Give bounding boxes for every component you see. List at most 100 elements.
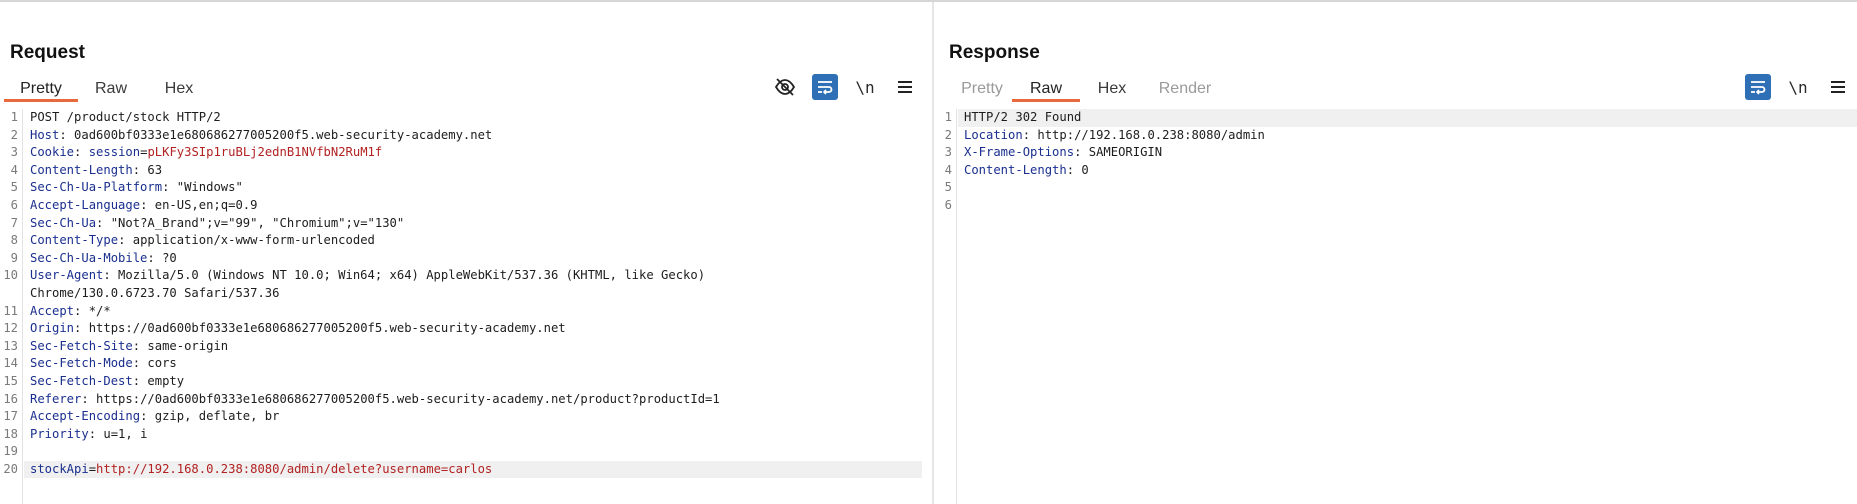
word-wrap-icon[interactable] [812,74,838,100]
tab-response-pretty[interactable]: Pretty [952,76,1012,102]
code-text: : https://0ad600bf0333e1e680686277005200… [81,391,720,406]
line-number: 5 [10,180,18,195]
code-line: 3 X-Frame-Options: SAMEORIGIN [934,144,1857,162]
line-content: Chrome/130.0.6723.70 Safari/537.36 [30,285,279,303]
request-editor[interactable]: 1 POST /product/stock HTTP/2 2 Host: 0ad600… [0,109,932,504]
line-number: 17 [3,409,18,424]
tab-response-render[interactable]: Render [1144,76,1226,102]
line-content: Sec-Ch-Ua-Mobile: ?0 [30,250,177,268]
header-key: stockApi [30,461,89,476]
line-content: X-Frame-Options: SAMEORIGIN [964,144,1162,162]
line-content: HTTP/2 302 Found [964,109,1081,127]
line-content: Accept: */* [30,303,111,321]
tab-request-hex[interactable]: Hex [144,76,214,102]
request-title: Request [10,42,85,63]
line-number: 4 [10,162,18,177]
header-key: Content-Type [30,233,119,248]
code-line: 19 [0,443,932,461]
line-content: Sec-Fetch-Site: same-origin [30,338,228,356]
show-newlines-icon[interactable]: \n [1785,74,1811,100]
hide-nonprintable-icon[interactable] [772,74,798,100]
code-text: : "Not?A_Brand";v="99", "Chromium";v="13… [96,215,405,230]
line-content: POST /product/stock HTTP/2 [30,109,221,127]
line-content: Accept-Encoding: gzip, deflate, br [30,408,279,426]
code-line: 3 Cookie: session=pLKFy3SIp1ruBLj2ednB1NV… [0,144,932,162]
line-content: Sec-Ch-Ua-Platform: "Windows" [30,179,243,197]
line-number: 2 [10,127,18,142]
code-text: : cors [132,356,177,371]
code-text: Chrome/130.0.6723.70 Safari/537.36 [30,285,280,300]
header-key: Origin [30,321,75,336]
header-key: X-Frame-Options [964,145,1075,160]
response-pane: Response Pretty Raw Hex Render \n 1 HTTP/… [934,2,1857,504]
line-number: 1 [944,110,952,124]
code-text: : en-US,en;q=0.9 [140,197,258,212]
code-line: 16 Referer: https://0ad600bf0333e1e680686… [0,391,932,409]
code-line: 10 User-Agent: Mozilla/5.0 (Windows NT 10… [0,267,932,285]
line-number: 3 [10,145,18,160]
line-content: Sec-Fetch-Dest: empty [30,373,184,391]
code-text: : http://192.168.0.238:8080/admin [1022,127,1265,142]
code-line: Chrome/130.0.6723.70 Safari/537.36 [0,285,932,303]
line-content: Content-Length: 63 [30,162,162,180]
show-newlines-icon[interactable]: \n [852,74,878,100]
line-content: Host: 0ad600bf0333e1e680686277005200f5.w… [30,127,492,145]
word-wrap-icon[interactable] [1745,74,1771,100]
code-text: : 63 [132,162,163,177]
request-pane: Request Pretty Raw Hex \n 1 POST /product… [0,2,933,504]
header-key: Sec-Ch-Ua [30,215,97,230]
code-line: 6 [934,197,1857,215]
code-line: 4 Content-Length: 0 [934,162,1857,180]
header-key: Sec-Ch-Ua-Platform [30,180,163,195]
code-line: 1 HTTP/2 302 Found [945,109,1857,127]
response-tabs: Pretty Raw Hex Render [952,76,1226,106]
line-number: 10 [3,268,18,283]
code-line: 2 Location: http://192.168.0.238:8080/adm… [934,127,1857,145]
response-editor[interactable]: 1 HTTP/2 302 Found 2 Location: http://192.1… [934,109,1857,504]
line-number: 11 [3,303,18,318]
code-line: 12 Origin: https://0ad600bf0333e1e6806862… [0,320,932,338]
line-content: Origin: https://0ad600bf0333e1e680686277… [30,320,566,338]
menu-icon[interactable] [892,74,918,100]
header-key: Referer [30,391,82,406]
line-content: Accept-Language: en-US,en;q=0.9 [30,197,257,215]
line-number: 19 [3,444,18,459]
request-toolbar: \n [772,74,918,100]
code-text: : u=1, i [88,426,148,441]
code-line: 5 [934,179,1857,197]
header-key: Content-Length [30,162,133,177]
header-key: Accept-Encoding [30,409,141,424]
header-key: Sec-Fetch-Site [30,338,133,353]
line-content: Sec-Fetch-Mode: cors [30,355,177,373]
header-key: Priority [30,426,89,441]
tab-request-raw[interactable]: Raw [78,76,144,102]
response-toolbar: \n [1745,74,1851,100]
code-line: 7 Sec-Ch-Ua: "Not?A_Brand";v="99", "Chrom… [0,215,932,233]
code-line: 13 Sec-Fetch-Site: same-origin [0,338,932,356]
tab-response-raw[interactable]: Raw [1012,76,1080,102]
line-content: Location: http://192.168.0.238:8080/admi… [964,127,1265,145]
code-text: : 0 [1066,162,1089,177]
code-line: 5 Sec-Ch-Ua-Platform: "Windows" [0,179,932,197]
code-line: 1 POST /product/stock HTTP/2 [0,109,932,127]
code-text: = [88,461,97,476]
tab-response-hex[interactable]: Hex [1080,76,1144,102]
line-content: Content-Type: application/x-www-form-url… [30,232,375,250]
header-key: Sec-Fetch-Dest [30,373,133,388]
code-text: : SAMEORIGIN [1074,145,1163,160]
line-content: User-Agent: Mozilla/5.0 (Windows NT 10.0… [30,267,705,285]
code-line: 2 Host: 0ad600bf0333e1e680686277005200f5.… [0,127,932,145]
header-key: Sec-Ch-Ua-Mobile [30,250,148,265]
response-title: Response [949,42,1040,63]
tab-request-pretty[interactable]: Pretty [4,76,78,102]
header-key: Host [30,127,60,142]
request-tabs: Pretty Raw Hex [4,76,214,106]
code-text: : */* [74,303,111,318]
line-number: 1 [10,110,18,124]
line-number: 4 [944,162,952,177]
line-number: 20 [3,461,18,476]
menu-icon[interactable] [1825,74,1851,100]
line-number: 15 [3,373,18,388]
line-number: 5 [944,180,952,195]
line-content: Priority: u=1, i [30,426,147,444]
